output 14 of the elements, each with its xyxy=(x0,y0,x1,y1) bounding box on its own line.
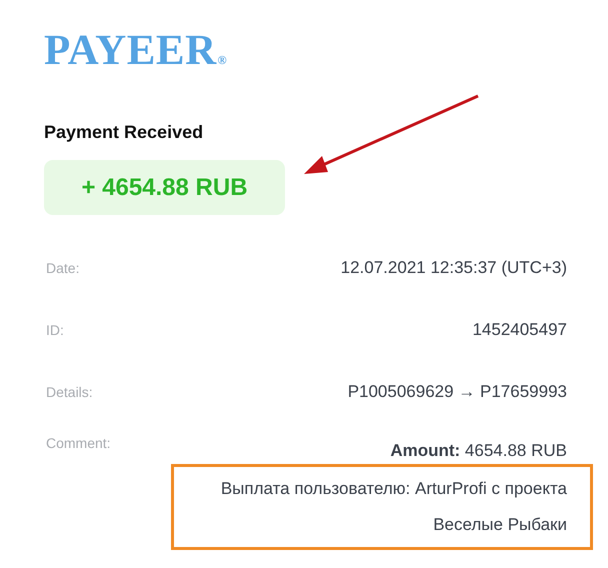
field-label: Details: xyxy=(46,384,93,400)
field-value: 12.07.2021 12:35:37 (UTC+3) xyxy=(340,258,567,278)
field-label: ID: xyxy=(46,322,64,338)
field-value: 1452405497 xyxy=(472,320,567,340)
field-value: P1005069629 → P17659993 xyxy=(348,382,567,402)
field-label: Comment: xyxy=(46,435,111,451)
amount-badge: + 4654.88 RUB xyxy=(44,160,285,215)
comment-text: Выплата пользователю: ArturProfi с проекта Веселые Рыбаки xyxy=(220,478,567,536)
field-label: Date: xyxy=(46,260,80,276)
logo-text: PAYEER xyxy=(44,26,217,75)
amount-line: Amount: 4654.88 RUB xyxy=(390,441,567,461)
registered-mark: ® xyxy=(218,53,227,68)
payment-heading: Payment Received xyxy=(44,122,204,143)
arrow-icon xyxy=(304,94,479,174)
